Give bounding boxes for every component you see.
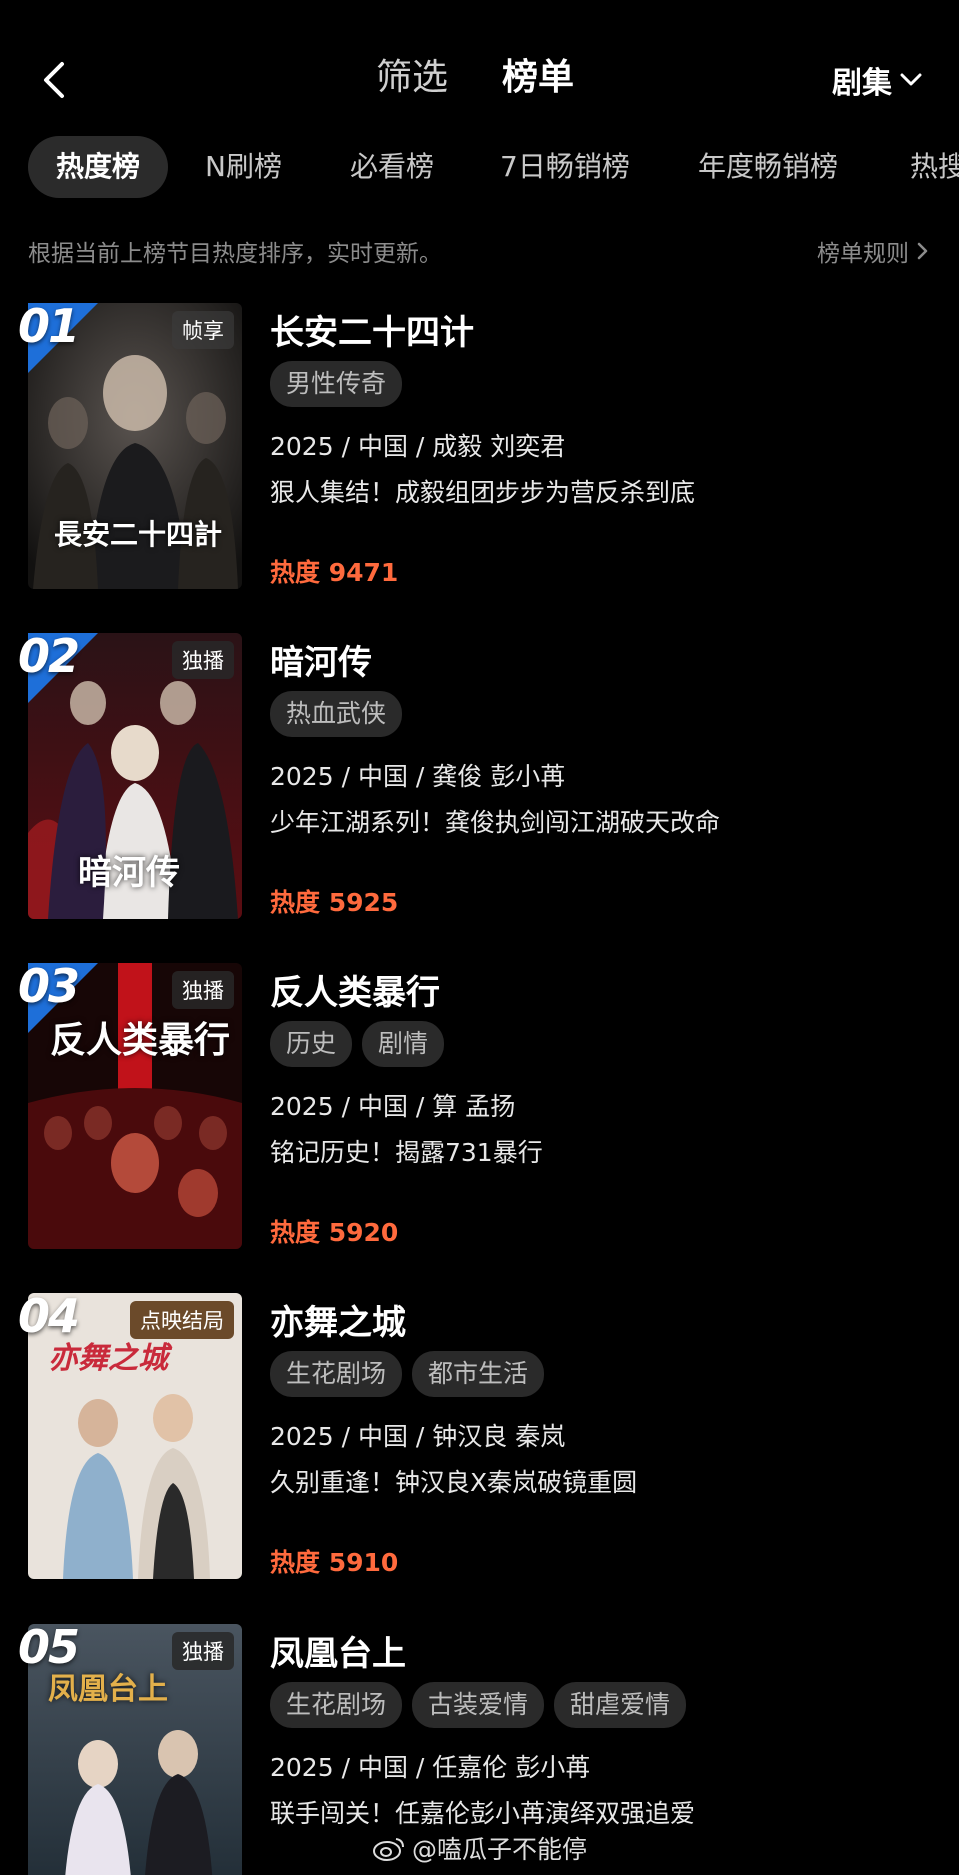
poster-title-art: 暗河传 xyxy=(78,853,180,893)
show-slogan: 狠人集结！成毅组团步步为营反杀到底 xyxy=(270,478,696,507)
weibo-watermark: @嗑瓜子不能停 xyxy=(372,1830,587,1866)
tab-ranking[interactable]: 榜单 xyxy=(502,56,574,100)
category-label: 剧集 xyxy=(832,66,892,101)
list-item[interactable]: 亦舞之城 点映结局 04 亦舞之城 生花剧场 都市生活 2025 / 中国 / … xyxy=(0,1289,959,1583)
show-title[interactable]: 亦舞之城 xyxy=(270,1295,406,1344)
watermark-text: @嗑瓜子不能停 xyxy=(412,1835,588,1864)
rank-number: 03 xyxy=(18,959,80,1013)
rank-number: 05 xyxy=(18,1620,80,1674)
genre-tag[interactable]: 男性传奇 xyxy=(270,361,403,407)
rules-label: 榜单规则 xyxy=(817,241,909,267)
show-title[interactable]: 长安二十四计 xyxy=(270,305,474,354)
show-slogan: 久别重逢！钟汉良X秦岚破镜重圆 xyxy=(270,1468,638,1497)
ranking-description: 根据当前上榜节目热度排序，实时更新。 xyxy=(28,241,442,267)
badge-exclusive: 独播 xyxy=(172,641,234,679)
heat-score: 热度 5920 xyxy=(270,1218,399,1247)
subtab-7day-bestseller[interactable]: 7日畅销榜 xyxy=(500,136,630,198)
genre-tag[interactable]: 历史 xyxy=(270,1021,353,1067)
heat-score: 热度 5910 xyxy=(270,1548,399,1577)
ranking-rules-link[interactable]: 榜单规则 xyxy=(817,234,929,268)
show-title[interactable]: 暗河传 xyxy=(270,635,372,684)
genre-tag[interactable]: 甜虐爱情 xyxy=(554,1682,687,1728)
list-item[interactable]: 長安二十四計 帧享 01 长安二十四计 男性传奇 2025 / 中国 / 成毅 … xyxy=(0,299,959,593)
tag-list: 生花剧场 都市生活 xyxy=(270,1351,545,1397)
genre-tag[interactable]: 生花剧场 xyxy=(270,1682,403,1728)
rank-number: 04 xyxy=(18,1289,80,1343)
rank-number: 01 xyxy=(18,299,80,353)
top-bar: 筛选 榜单 剧集 xyxy=(0,0,959,150)
badge-exclusive: 独播 xyxy=(172,971,234,1009)
rank-number: 02 xyxy=(18,629,80,683)
show-meta: 2025 / 中国 / 龚俊 彭小苒 xyxy=(270,762,566,791)
poster-title-art: 長安二十四計 xyxy=(54,518,223,551)
ranking-subtabs: 热度榜 N刷榜 必看榜 7日畅销榜 年度畅销榜 热搜 xyxy=(0,136,959,198)
show-slogan: 少年江湖系列！龚俊执剑闯江湖破天改命 xyxy=(270,808,721,837)
show-title[interactable]: 凤凰台上 xyxy=(270,1626,406,1675)
show-slogan: 联手闯关！任嘉伦彭小苒演绎双强追爱 xyxy=(270,1799,696,1828)
tag-list: 生花剧场 古装爱情 甜虐爱情 xyxy=(270,1682,687,1728)
subtab-n-rewatch[interactable]: N刷榜 xyxy=(205,136,282,198)
genre-tag[interactable]: 生花剧场 xyxy=(270,1351,403,1397)
badge-preview-finale: 点映结局 xyxy=(130,1301,234,1339)
show-title[interactable]: 反人类暴行 xyxy=(270,965,440,1014)
genre-tag[interactable]: 都市生活 xyxy=(412,1351,545,1397)
subtab-annual-bestseller[interactable]: 年度畅销榜 xyxy=(698,136,838,198)
subtab-trending[interactable]: 热搜 xyxy=(910,136,959,198)
subtab-hot[interactable]: 热度榜 xyxy=(28,136,169,198)
badge-exclusive: 独播 xyxy=(172,1632,234,1670)
badge-exclusive: 帧享 xyxy=(172,311,234,349)
show-slogan: 铭记历史！揭露731暴行 xyxy=(270,1138,543,1167)
heat-score: 热度 9471 xyxy=(270,558,399,587)
show-meta: 2025 / 中国 / 算 孟扬 xyxy=(270,1092,516,1121)
tag-list: 热血武侠 xyxy=(270,691,403,737)
heat-score: 热度 5925 xyxy=(270,888,399,917)
chevron-left-icon xyxy=(44,62,64,98)
show-meta: 2025 / 中国 / 任嘉伦 彭小苒 xyxy=(270,1753,591,1782)
tag-list: 历史 剧情 xyxy=(270,1021,445,1067)
chevron-down-icon xyxy=(900,73,922,86)
show-meta: 2025 / 中国 / 钟汉良 秦岚 xyxy=(270,1422,566,1451)
subtab-must-watch[interactable]: 必看榜 xyxy=(350,136,434,198)
genre-tag[interactable]: 古装爱情 xyxy=(412,1682,545,1728)
list-item[interactable]: 暗河传 独播 02 暗河传 热血武侠 2025 / 中国 / 龚俊 彭小苒 少年… xyxy=(0,629,959,923)
tab-filter[interactable]: 筛选 xyxy=(376,56,448,100)
chevron-right-icon xyxy=(917,242,928,260)
tag-list: 男性传奇 xyxy=(270,361,403,407)
category-dropdown[interactable]: 剧集 xyxy=(832,60,922,101)
list-item[interactable]: 反人类暴行 独播 03 反人类暴行 历史 剧情 2025 / 中国 / 算 孟扬… xyxy=(0,959,959,1253)
genre-tag[interactable]: 剧情 xyxy=(362,1021,445,1067)
weibo-icon xyxy=(373,1838,404,1861)
back-button[interactable] xyxy=(36,58,72,102)
show-meta: 2025 / 中国 / 成毅 刘奕君 xyxy=(270,432,566,461)
genre-tag[interactable]: 热血武侠 xyxy=(270,691,403,737)
